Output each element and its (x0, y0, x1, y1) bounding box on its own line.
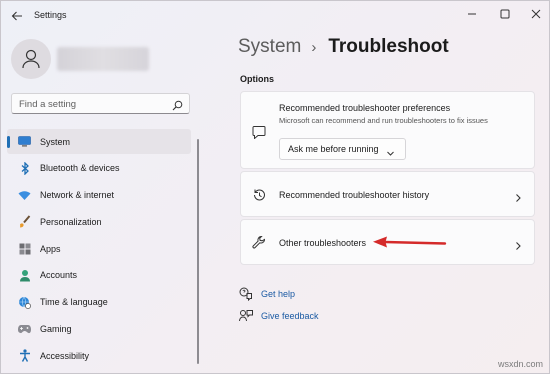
preferences-dropdown[interactable]: Ask me before running (279, 138, 406, 160)
profile-name-redacted (57, 47, 149, 71)
sidebar-item-label: System (40, 136, 71, 147)
sidebar-item-time-language[interactable]: Time & language (7, 290, 191, 315)
wrench-icon (252, 235, 266, 250)
history-title: Recommended troubleshooter history (279, 190, 430, 200)
accessibility-icon (18, 349, 31, 362)
other-troubleshooters-title: Other troubleshooters (279, 238, 367, 248)
title-bar: Settings (1, 1, 549, 31)
sidebar-item-label: Network & internet (40, 190, 115, 200)
monitor-icon (18, 135, 31, 148)
sidebar-item-label: Accounts (40, 270, 78, 281)
close-button[interactable] (525, 5, 547, 23)
person-icon (18, 269, 31, 282)
get-help-label[interactable]: Get help (261, 289, 295, 299)
sidebar-item-label: Personalization (40, 216, 102, 227)
chevron-right-icon (514, 190, 522, 202)
wifi-icon (18, 189, 31, 202)
sidebar-item-label: Bluetooth & devices (40, 163, 120, 174)
gamepad-icon (18, 322, 31, 335)
sidebar-scrollbar[interactable] (197, 139, 199, 364)
avatar[interactable] (11, 39, 51, 79)
sidebar-nav: System Bluetooth & devices Network & int… (7, 129, 191, 370)
back-arrow-icon[interactable] (9, 8, 25, 24)
annotation-arrow (373, 236, 447, 248)
chat-bubble-icon (252, 125, 266, 140)
globe-clock-icon (18, 296, 31, 309)
breadcrumb-parent[interactable]: System (238, 36, 301, 58)
sidebar-item-gaming[interactable]: Gaming (7, 316, 191, 341)
search-icon[interactable] (172, 98, 183, 111)
sidebar-item-label: Accessibility (40, 350, 90, 361)
give-feedback-label[interactable]: Give feedback (261, 311, 319, 321)
sidebar-item-bluetooth[interactable]: Bluetooth & devices (7, 156, 191, 181)
user-icon (22, 49, 40, 69)
sidebar-item-personalization[interactable]: Personalization (7, 209, 191, 234)
sidebar-item-label: Gaming (40, 323, 72, 334)
sidebar-item-label: Time & language (40, 297, 108, 307)
sidebar-item-system[interactable]: System (7, 129, 191, 154)
app-title: Settings (34, 10, 67, 20)
breadcrumb-separator: › (311, 39, 317, 56)
maximize-button[interactable] (494, 5, 516, 23)
paintbrush-icon (18, 215, 31, 228)
sidebar-item-accessibility[interactable]: Accessibility (7, 343, 191, 368)
bluetooth-icon (18, 161, 31, 175)
apps-icon (18, 242, 31, 255)
history-card[interactable]: Recommended troubleshooter history (240, 171, 535, 217)
watermark: wsxdn.com (497, 359, 543, 369)
help-chat-icon (239, 287, 253, 302)
sidebar-item-network[interactable]: Network & internet (7, 183, 191, 208)
sidebar-item-accounts[interactable]: Accounts (7, 263, 191, 288)
search-input[interactable] (12, 95, 162, 114)
chevron-right-icon (514, 238, 522, 250)
preferences-card: Recommended troubleshooter preferences M… (240, 91, 535, 169)
minimize-button[interactable] (461, 5, 483, 23)
history-icon (252, 188, 266, 202)
get-help-link[interactable]: Get help (239, 287, 295, 302)
feedback-icon (239, 309, 253, 323)
dropdown-value: Ask me before running (288, 144, 379, 154)
sidebar-item-label: Apps (40, 243, 61, 254)
chevron-down-icon (386, 145, 395, 156)
preferences-title: Recommended troubleshooter preferences (279, 103, 451, 113)
give-feedback-link[interactable]: Give feedback (239, 309, 319, 323)
page-title: Troubleshoot (328, 36, 449, 57)
preferences-description: Microsoft can recommend and run troubles… (279, 116, 488, 125)
breadcrumb: System › Troubleshoot (238, 36, 449, 58)
section-title-options: Options (240, 74, 274, 84)
search-box[interactable] (11, 93, 190, 114)
sidebar-item-apps[interactable]: Apps (7, 236, 191, 261)
settings-window: Settings System (0, 0, 550, 374)
